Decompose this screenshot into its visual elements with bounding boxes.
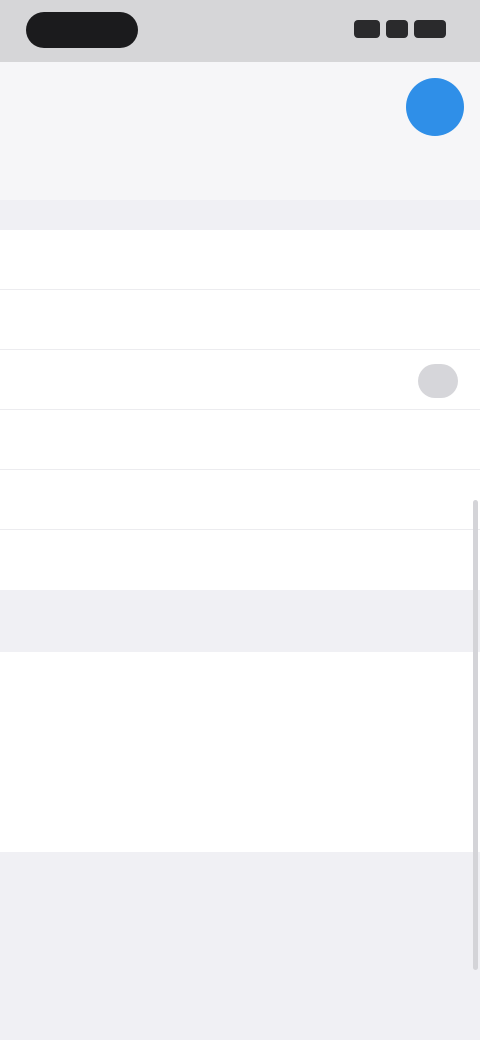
tab-bar xyxy=(0,160,480,192)
settings-row[interactable] xyxy=(0,230,480,290)
settings-list xyxy=(0,230,480,590)
settings-row[interactable] xyxy=(0,530,480,589)
settings-row xyxy=(0,350,480,410)
toggle-switch[interactable] xyxy=(418,364,458,398)
signal-icon xyxy=(354,20,380,38)
header xyxy=(0,62,480,200)
settings-row[interactable] xyxy=(0,410,480,470)
status-icons xyxy=(354,20,446,38)
wifi-icon xyxy=(386,20,408,38)
scrollbar[interactable] xyxy=(473,500,478,970)
battery-icon xyxy=(414,20,446,38)
settings-row[interactable] xyxy=(0,470,480,530)
status-bar xyxy=(0,0,480,62)
about-card xyxy=(0,652,480,852)
settings-row[interactable] xyxy=(0,290,480,350)
time-pill xyxy=(26,12,138,48)
action-button[interactable] xyxy=(406,78,464,136)
